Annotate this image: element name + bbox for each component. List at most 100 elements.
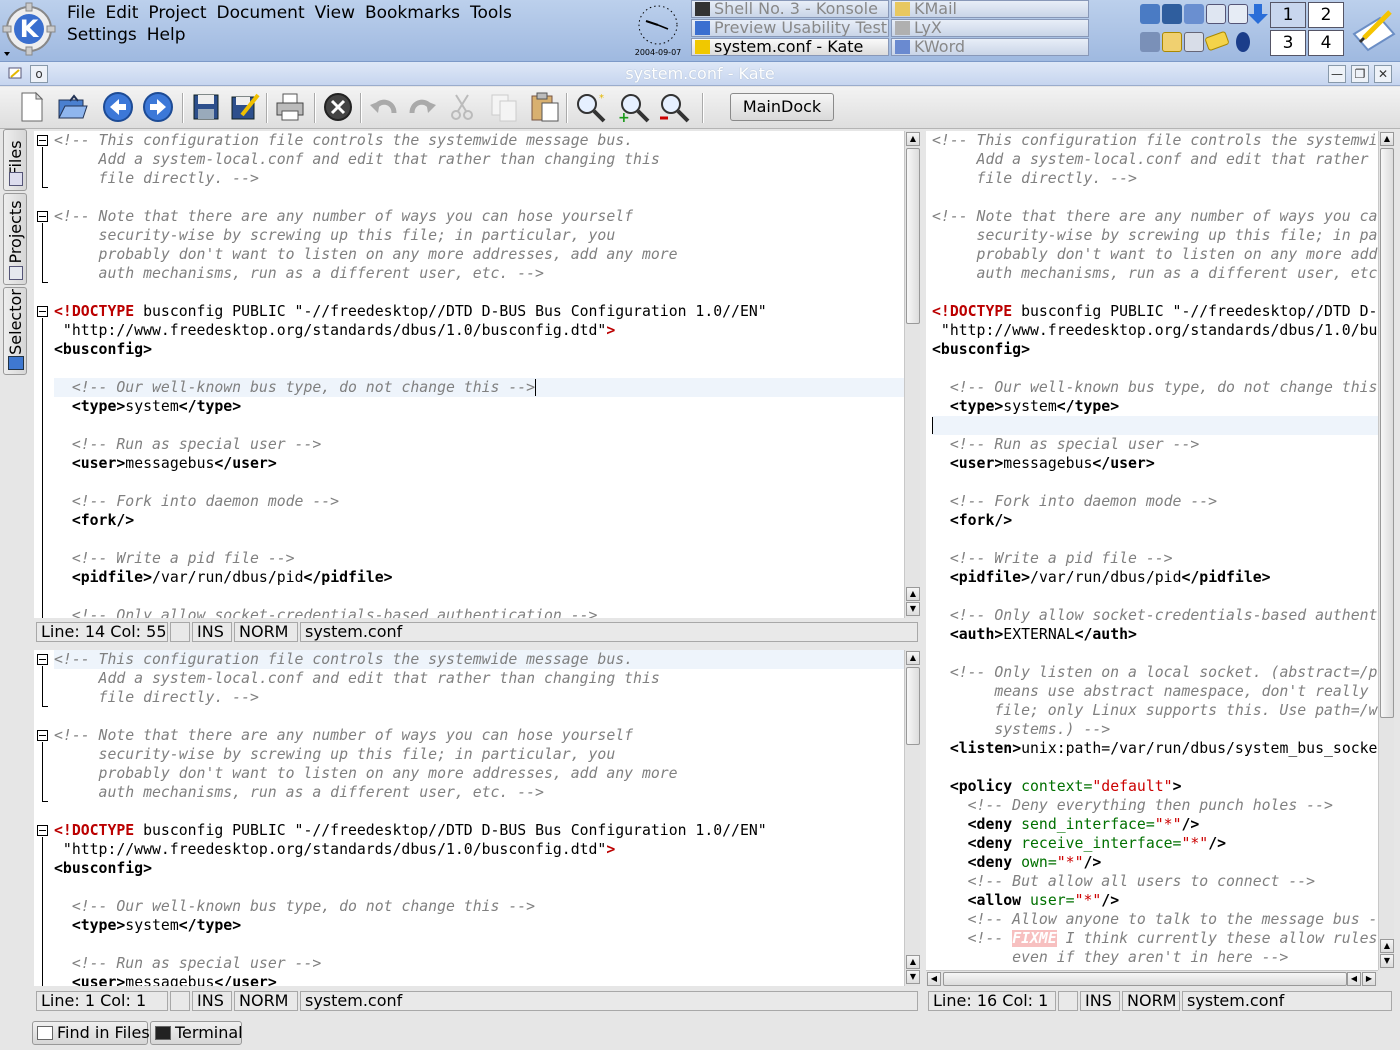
code-line[interactable]: <deny own="*"/> (932, 853, 1378, 872)
code-line[interactable] (54, 935, 904, 954)
menu-document[interactable]: Document (217, 2, 305, 24)
editor-view-top-left[interactable]: <!-- This configuration file controls th… (34, 131, 904, 618)
code-line[interactable] (932, 644, 1378, 663)
code-line[interactable] (932, 473, 1378, 492)
pager-desktop-3[interactable]: 3 (1270, 30, 1306, 56)
pager-desktop-1[interactable]: 1 (1270, 2, 1306, 28)
vertical-scrollbar[interactable]: ▲ ▲ ▼ (904, 131, 920, 618)
code-line[interactable]: <!DOCTYPE busconfig PUBLIC "-//freedeskt… (932, 302, 1378, 321)
code-line[interactable]: <!-- This configuration file controls th… (932, 131, 1378, 150)
code-line[interactable]: <pidfile>/var/run/dbus/pid</pidfile> (932, 568, 1378, 587)
code-line[interactable]: security-wise by screwing up this file; … (54, 226, 904, 245)
fold-marker-icon[interactable] (37, 135, 48, 146)
code-line[interactable]: <!-- Our well-known bus type, do not cha… (932, 378, 1378, 397)
selection-mode[interactable]: NORM (234, 622, 298, 642)
scroll-up-button[interactable]: ▲ (906, 955, 920, 969)
code-line[interactable] (54, 530, 904, 549)
window-titlebar[interactable]: system.conf - Kate o — ❐ ✕ (0, 62, 1400, 86)
code-line[interactable]: Add a system-local.conf and edit that ra… (932, 150, 1378, 169)
code-line[interactable]: <!DOCTYPE busconfig PUBLIC "-//freedeskt… (54, 821, 904, 840)
window-list-icon[interactable] (1184, 4, 1204, 24)
code-line[interactable]: <!-- Note that there are any number of w… (932, 207, 1378, 226)
notepad-applet[interactable] (1350, 4, 1396, 56)
code-area[interactable]: <!-- This configuration file controls th… (54, 131, 904, 618)
selection-mode[interactable]: NORM (234, 991, 298, 1011)
insert-mode[interactable]: INS (192, 622, 232, 642)
code-line[interactable] (54, 802, 904, 821)
code-line[interactable]: <!-- Run as special user --> (932, 435, 1378, 454)
code-line[interactable]: <policy context="default"> (932, 777, 1378, 796)
forward-icon[interactable] (142, 91, 174, 123)
code-line[interactable]: <type>system</type> (54, 916, 904, 935)
scroll-down-button[interactable]: ▼ (906, 602, 920, 616)
save-as-icon[interactable] (228, 91, 260, 123)
code-line[interactable]: "http://www.freedesktop.org/standards/db… (54, 840, 904, 859)
code-line[interactable] (932, 416, 1378, 435)
code-line[interactable]: <!-- Our well-known bus type, do not cha… (54, 378, 904, 397)
scroll-down-button[interactable]: ▼ (906, 970, 920, 984)
connection-icon[interactable] (1140, 32, 1160, 52)
code-line[interactable]: systems.) --> (932, 720, 1378, 739)
menu-edit[interactable]: Edit (105, 2, 138, 24)
code-line[interactable] (54, 473, 904, 492)
code-line[interactable] (54, 707, 904, 726)
fold-marker-icon[interactable] (37, 825, 48, 836)
selector-tab[interactable]: Selector (3, 287, 27, 375)
insert-mode[interactable]: INS (1080, 991, 1120, 1011)
scroll-thumb[interactable] (906, 667, 920, 745)
print-icon[interactable] (274, 91, 306, 123)
code-line[interactable]: <!-- Deny everything then punch holes --… (932, 796, 1378, 815)
code-line[interactable]: <!-- Run as special user --> (54, 435, 904, 454)
vertical-scrollbar[interactable]: ▲ ▲ ▼ (1378, 131, 1394, 970)
code-line[interactable]: Add a system-local.conf and edit that ra… (54, 669, 904, 688)
code-line[interactable]: security-wise by screwing up this file; … (932, 226, 1378, 245)
code-line[interactable] (54, 283, 904, 302)
code-line[interactable]: file; only Linux supports this. Use path… (932, 701, 1378, 720)
code-line[interactable] (932, 587, 1378, 606)
fold-marker-icon[interactable] (37, 211, 48, 222)
code-line[interactable] (54, 359, 904, 378)
code-line[interactable]: probably don't want to listen on any mor… (54, 245, 904, 264)
code-line[interactable]: <type>system</type> (932, 397, 1378, 416)
code-line[interactable]: <!-- Fork into daemon mode --> (54, 492, 904, 511)
editor-view-right[interactable]: <!-- This configuration file controls th… (926, 131, 1378, 970)
code-line[interactable]: "http://www.freedesktop.org/standards/db… (54, 321, 904, 340)
monitor-icon[interactable] (1162, 4, 1182, 24)
code-line[interactable]: <listen>unix:path=/var/run/dbus/system_b… (932, 739, 1378, 758)
projects-tab[interactable]: Projects (3, 193, 27, 285)
clipboard-icon[interactable] (1162, 32, 1182, 52)
code-line[interactable]: <!-- Fork into daemon mode --> (932, 492, 1378, 511)
code-line[interactable]: <pidfile>/var/run/dbus/pid</pidfile> (54, 568, 904, 587)
code-line[interactable]: <!-- Note that there are any number of w… (54, 207, 904, 226)
scroll-thumb[interactable] (1380, 148, 1394, 718)
k-menu-button[interactable]: K (2, 2, 56, 58)
code-line[interactable] (932, 758, 1378, 777)
code-line[interactable]: <!-- Only allow socket-credentials-based… (54, 606, 904, 618)
code-line[interactable]: <!-- Write a pid file --> (54, 549, 904, 568)
code-line[interactable]: security-wise by screwing up this file; … (54, 745, 904, 764)
fold-marker-icon[interactable] (37, 654, 48, 665)
scroll-left-button[interactable]: ◀ (1347, 972, 1361, 986)
code-line[interactable]: <!-- Only allow socket-credentials-based… (932, 606, 1378, 625)
code-area[interactable]: <!-- This configuration file controls th… (54, 650, 904, 986)
code-line[interactable]: <type>system</type> (54, 397, 904, 416)
pager-desktop-2[interactable]: 2 (1308, 2, 1344, 28)
code-line[interactable]: <!-- This configuration file controls th… (54, 650, 904, 669)
code-line[interactable] (932, 530, 1378, 549)
code-line[interactable]: <user>messagebus</user> (54, 973, 904, 986)
code-line[interactable]: <allow user="*"/> (932, 891, 1378, 910)
window-menu-icon[interactable] (6, 65, 24, 83)
code-line[interactable]: probably don't want to listen on any mor… (54, 764, 904, 783)
code-line[interactable]: <!-- Write a pid file --> (932, 549, 1378, 568)
code-line[interactable]: <busconfig> (932, 340, 1378, 359)
code-line[interactable] (54, 878, 904, 897)
find-icon[interactable]: * (574, 91, 606, 123)
code-line[interactable]: <!DOCTYPE busconfig PUBLIC "-//freedeskt… (54, 302, 904, 321)
scroll-thumb[interactable] (943, 972, 1347, 986)
code-line[interactable] (932, 188, 1378, 207)
scroll-up-button[interactable]: ▲ (906, 587, 920, 601)
code-line[interactable] (932, 283, 1378, 302)
code-line[interactable] (54, 188, 904, 207)
pager-desktop-4[interactable]: 4 (1308, 30, 1344, 56)
scroll-right-button[interactable]: ▶ (1362, 972, 1376, 986)
